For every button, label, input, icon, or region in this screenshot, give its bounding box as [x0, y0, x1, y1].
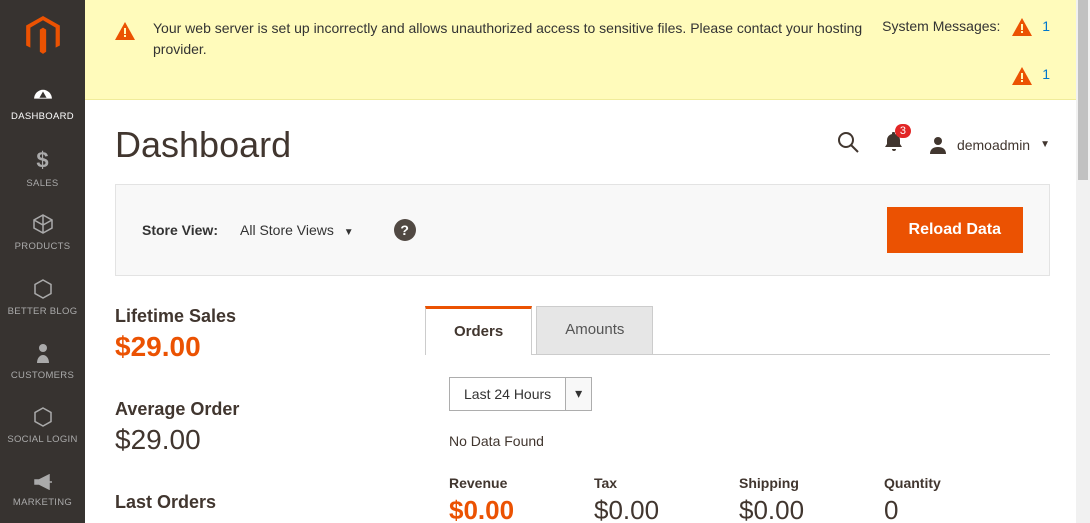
user-menu[interactable]: demoadmin ▼ — [929, 136, 1050, 154]
chevron-down-icon: ▼ — [1040, 139, 1050, 150]
nav-label: Social Login — [7, 434, 77, 445]
dollar-icon: $ — [35, 149, 51, 174]
tab-amounts[interactable]: Amounts — [536, 306, 653, 354]
period-select[interactable]: Last 24 Hours ▾ — [449, 377, 592, 411]
message-count[interactable]: 1 — [1042, 18, 1050, 34]
nav-label: Dashboard — [11, 111, 74, 122]
metric-label: Tax — [594, 475, 739, 491]
message-count[interactable]: 1 — [1042, 66, 1050, 82]
store-view-select[interactable]: All Store Views ▼ — [240, 222, 354, 238]
nav-label: Products — [15, 241, 71, 252]
banner-message: Your web server is set up incorrectly an… — [153, 18, 882, 60]
average-order-value: $29.00 — [115, 424, 395, 456]
store-view-bar: Store View: All Store Views ▼ ? Reload D… — [115, 184, 1050, 276]
search-icon[interactable] — [837, 131, 859, 158]
hexagon-icon — [33, 407, 53, 430]
gauge-icon — [32, 88, 54, 107]
no-data-message: No Data Found — [449, 433, 1050, 449]
tab-orders[interactable]: Orders — [425, 306, 532, 354]
system-messages-label: System Messages: — [882, 18, 1000, 34]
logo[interactable] — [0, 0, 85, 72]
orders-panel: Last 24 Hours ▾ No Data Found Revenue $0… — [425, 355, 1050, 523]
system-message-banner: Your web server is set up incorrectly an… — [85, 0, 1080, 100]
svg-text:$: $ — [36, 149, 49, 171]
store-view-label: Store View: — [142, 222, 218, 238]
store-view-value: All Store Views — [240, 222, 334, 238]
metric-label: Revenue — [449, 475, 594, 491]
page-header: Dashboard 3 demoadmin ▼ — [85, 100, 1080, 184]
nav-sales[interactable]: $ Sales — [0, 137, 85, 201]
warning-icon[interactable] — [1012, 67, 1032, 85]
nav-marketing[interactable]: Marketing — [0, 459, 85, 523]
notification-count-badge: 3 — [895, 124, 911, 138]
nav-products[interactable]: Products — [0, 201, 85, 265]
metric-value: $0.00 — [449, 495, 594, 523]
metric-value: $0.00 — [594, 495, 739, 523]
sidebar: Dashboard $ Sales Products Better Blog C… — [0, 0, 85, 523]
main-content: Your web server is set up incorrectly an… — [85, 0, 1090, 523]
username: demoadmin — [957, 137, 1030, 153]
metric-label: Shipping — [739, 475, 884, 491]
last-orders-label: Last Orders — [115, 492, 395, 513]
tabs: Orders Amounts — [425, 306, 1050, 355]
scrollbar-track[interactable] — [1076, 0, 1090, 523]
chevron-down-icon: ▾ — [565, 378, 591, 410]
period-value: Last 24 Hours — [450, 378, 565, 410]
nav-label: Customers — [11, 370, 74, 381]
warning-icon — [115, 22, 135, 45]
page-title: Dashboard — [115, 124, 837, 166]
megaphone-icon — [33, 474, 53, 493]
nav-label: Better Blog — [8, 306, 78, 317]
user-icon — [929, 136, 947, 154]
lifetime-sales-label: Lifetime Sales — [115, 306, 395, 327]
hexagon-icon — [33, 279, 53, 302]
scrollbar-thumb[interactable] — [1078, 0, 1088, 180]
nav-social-login[interactable]: Social Login — [0, 394, 85, 458]
person-icon — [35, 343, 51, 366]
nav-label: Marketing — [13, 497, 72, 508]
nav-better-blog[interactable]: Better Blog — [0, 265, 85, 329]
notifications-button[interactable]: 3 — [885, 132, 903, 157]
reload-data-button[interactable]: Reload Data — [887, 207, 1023, 253]
nav-dashboard[interactable]: Dashboard — [0, 72, 85, 136]
chevron-down-icon: ▼ — [344, 227, 354, 238]
metrics-row: Revenue $0.00 Tax $0.00 Shipping $0.00 — [449, 475, 1050, 523]
warning-icon[interactable] — [1012, 18, 1032, 36]
metric-value: 0 — [884, 495, 1029, 523]
help-icon[interactable]: ? — [394, 219, 416, 241]
nav-label: Sales — [26, 178, 58, 189]
magento-logo-icon — [25, 16, 61, 56]
average-order-label: Average Order — [115, 399, 395, 420]
metric-label: Quantity — [884, 475, 1029, 491]
lifetime-sales-value: $29.00 — [115, 331, 395, 363]
nav-customers[interactable]: Customers — [0, 330, 85, 394]
cube-icon — [33, 214, 53, 237]
metric-value: $0.00 — [739, 495, 884, 523]
